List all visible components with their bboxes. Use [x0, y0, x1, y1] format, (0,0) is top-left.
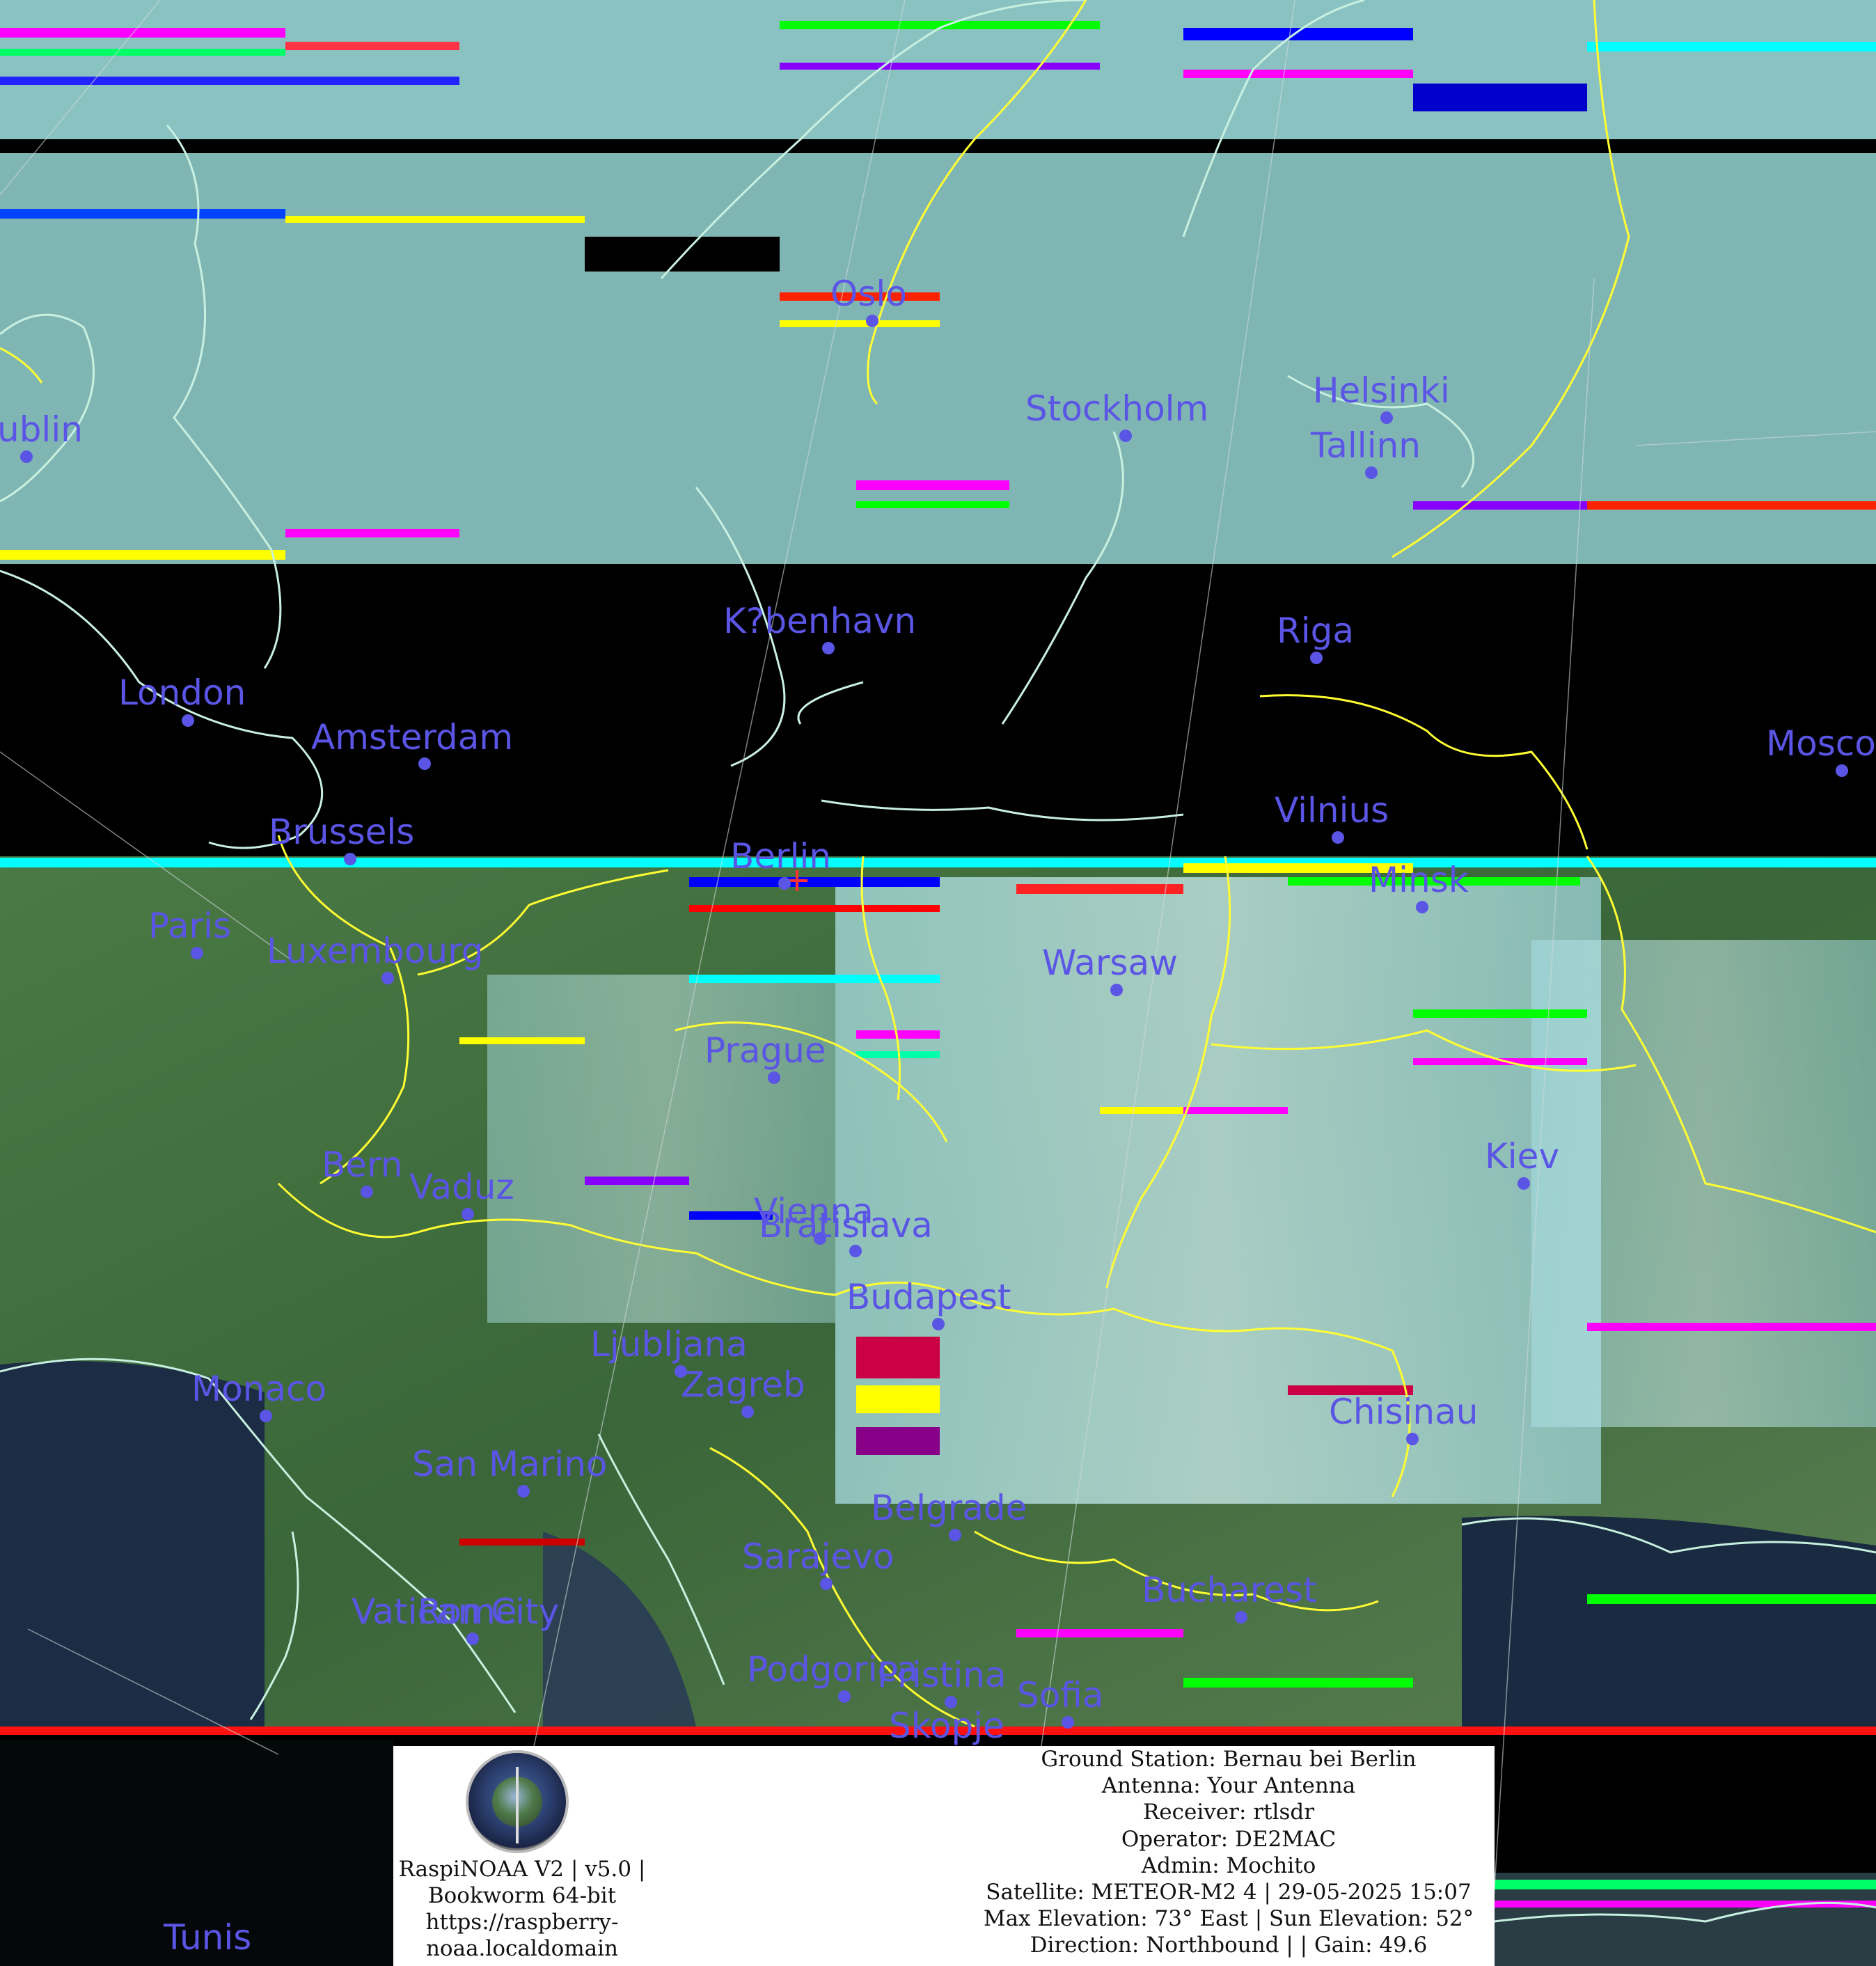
station-url-part2: noaa.localdomain — [425, 1936, 619, 1961]
pass-info: Ground Station: Bernau bei Berlin Antenn… — [964, 1746, 1493, 1959]
satellite-pass: Satellite: METEOR-M2 4 | 29-05-2025 15:0… — [986, 1880, 1472, 1905]
city-dot — [838, 1690, 851, 1703]
city-dot — [418, 757, 431, 770]
city-dot — [1119, 430, 1132, 442]
city-dot — [1332, 831, 1344, 844]
city-label: Stockholm — [1025, 388, 1208, 429]
city-dot — [344, 853, 356, 865]
city-label: San Marino — [412, 1444, 607, 1484]
cloud-mass — [835, 877, 1601, 1504]
city-label: Tallinn — [1310, 425, 1421, 466]
city-dot — [1518, 1177, 1530, 1190]
elevation: Max Elevation: 73° East | Sun Elevation:… — [983, 1906, 1474, 1932]
city-label: Prague — [704, 1030, 826, 1071]
city-dot — [1062, 1716, 1074, 1729]
city-label: Brussels — [269, 812, 414, 852]
city-label: Pristina — [877, 1655, 1007, 1695]
city-label: Belgrade — [871, 1488, 1027, 1528]
antenna-icon — [516, 1767, 519, 1843]
satellite-map: ublin London Amsterdam Brussels Paris Lu… — [0, 0, 1876, 1966]
city-label: Vaduz — [409, 1167, 514, 1207]
city-label: Helsinki — [1313, 370, 1450, 411]
city-label: Paris — [148, 906, 231, 946]
city-label: Amsterdam — [311, 717, 513, 757]
city-label: Monaco — [191, 1369, 326, 1409]
operator: Operator: DE2MAC — [1121, 1826, 1337, 1852]
city-dot — [381, 972, 394, 984]
city-dot — [20, 450, 33, 463]
city-dot — [182, 714, 194, 727]
city-label: Minsk — [1369, 860, 1469, 900]
raspinoaa-logo — [466, 1750, 569, 1853]
city-label: Oslo — [830, 274, 907, 314]
city-dot — [1836, 764, 1848, 777]
city-dot — [778, 877, 791, 890]
city-label: Sarajevo — [742, 1536, 894, 1577]
city-label: Kiev — [1485, 1136, 1559, 1177]
software-info: RaspiNOAA V2 | v5.0 | Bookworm 64-bit ht… — [393, 1856, 651, 1962]
city-dot — [1380, 411, 1393, 424]
station-url-part1: https://raspberry- — [425, 1910, 619, 1935]
city-label: Riga — [1277, 611, 1354, 651]
city-dot — [741, 1406, 754, 1418]
city-dot — [822, 642, 835, 654]
sea-west — [0, 1361, 265, 1727]
city-dot — [191, 947, 203, 959]
city-dot — [1235, 1611, 1247, 1623]
city-label: London — [118, 673, 246, 713]
software-version: RaspiNOAA V2 | v5.0 | — [398, 1857, 646, 1882]
city-label: Bucharest — [1142, 1570, 1317, 1610]
city-label: Bern — [322, 1145, 402, 1185]
city-label: Rome — [418, 1591, 517, 1632]
city-dot — [1110, 984, 1123, 996]
city-dot — [866, 315, 878, 327]
city-dot — [1416, 901, 1428, 913]
city-dot — [1365, 466, 1378, 479]
city-dot — [932, 1318, 945, 1330]
city-dot — [820, 1578, 833, 1590]
admin: Admin: Mochito — [1141, 1853, 1316, 1878]
city-label: Ljubljana — [590, 1324, 748, 1365]
city-dot — [462, 1208, 474, 1220]
black-sea — [1462, 1516, 1876, 1727]
city-dot — [466, 1633, 479, 1645]
city-dot — [361, 1186, 373, 1198]
antenna: Antenna: Your Antenna — [1101, 1773, 1356, 1799]
city-label: Zagreb — [681, 1365, 805, 1405]
receiver: Receiver: rtlsdr — [1142, 1800, 1315, 1825]
city-label: Bratislava — [759, 1205, 933, 1245]
city-label: Berlin — [730, 836, 831, 876]
city-label: Chisinau — [1329, 1392, 1478, 1432]
ground-station: Ground Station: Bernau bei Berlin — [1041, 1747, 1417, 1772]
city-label: ublin — [0, 409, 83, 450]
city-dot — [768, 1071, 780, 1084]
city-label: Tunis — [163, 1917, 251, 1958]
ground-station-info-panel: RaspiNOAA V2 | v5.0 | Bookworm 64-bit ht… — [393, 1746, 1495, 1966]
city-dot — [1310, 652, 1323, 664]
city-dot — [849, 1245, 862, 1257]
city-label: Skopje — [889, 1706, 1004, 1746]
city-dot — [1406, 1433, 1419, 1445]
city-label: Luxembourg — [267, 931, 484, 971]
city-label: K?benhavn — [723, 601, 916, 641]
city-label: Sofia — [1017, 1675, 1103, 1715]
city-label: Vilnius — [1275, 790, 1389, 831]
city-label: Budapest — [846, 1277, 1011, 1317]
city-dot — [517, 1485, 530, 1497]
city-label: Mosco — [1766, 723, 1876, 764]
city-dot — [260, 1410, 272, 1422]
direction-gain: Direction: Northbound | | Gain: 49.6 — [1030, 1933, 1428, 1958]
city-label: Warsaw — [1042, 943, 1178, 983]
os-version: Bookworm 64-bit — [427, 1883, 617, 1908]
city-dot — [949, 1529, 961, 1541]
